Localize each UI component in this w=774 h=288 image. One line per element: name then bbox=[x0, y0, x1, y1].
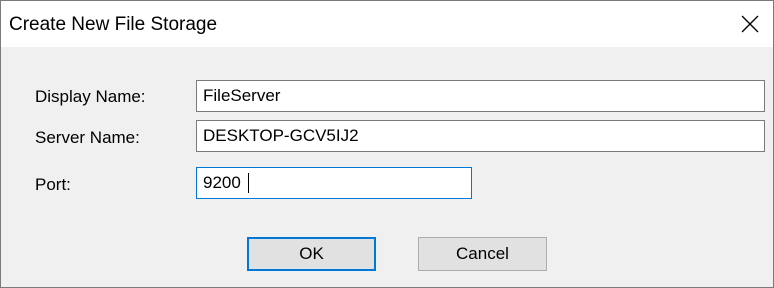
title-bar: Create New File Storage bbox=[1, 1, 773, 47]
server-name-input[interactable] bbox=[196, 120, 765, 152]
server-name-label: Server Name: bbox=[35, 128, 140, 147]
port-label: Port: bbox=[35, 175, 71, 194]
dialog-title: Create New File Storage bbox=[9, 14, 218, 35]
cancel-button[interactable]: Cancel bbox=[418, 237, 547, 271]
display-name-label: Display Name: bbox=[35, 87, 146, 106]
display-name-input[interactable] bbox=[196, 80, 765, 112]
port-input[interactable] bbox=[196, 167, 472, 199]
create-file-storage-dialog: Create New File Storage Display Name: Se… bbox=[0, 0, 774, 288]
text-caret bbox=[248, 173, 249, 193]
ok-button[interactable]: OK bbox=[247, 237, 376, 271]
close-icon bbox=[741, 15, 759, 33]
close-button[interactable] bbox=[727, 1, 773, 47]
